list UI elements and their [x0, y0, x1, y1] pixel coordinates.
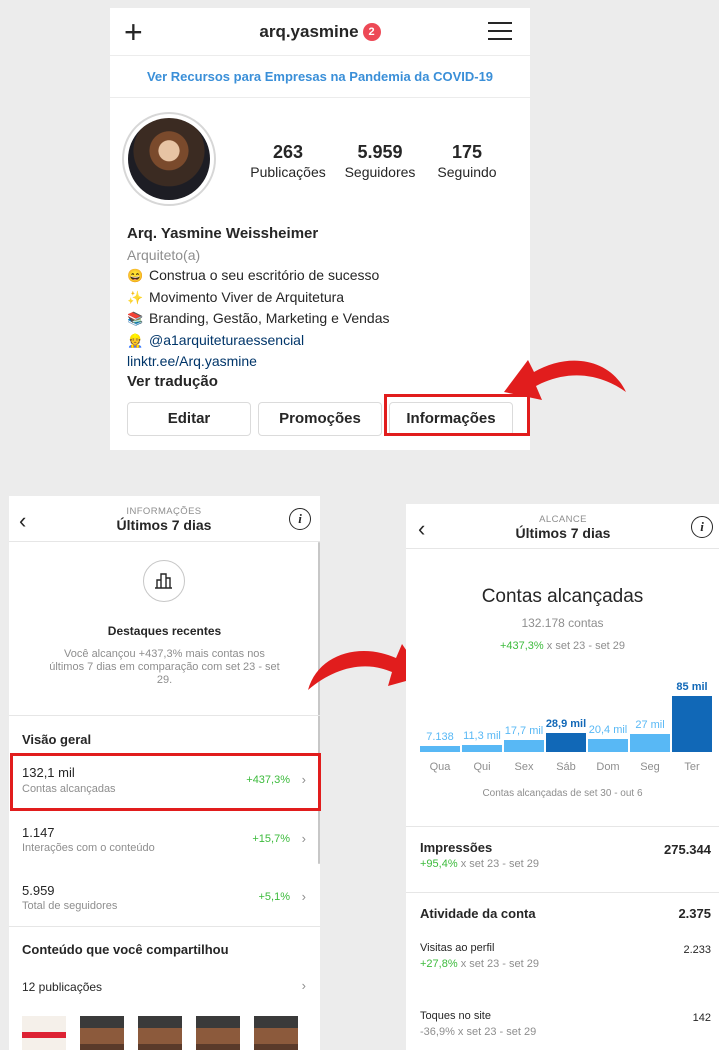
- bar-qua[interactable]: [420, 746, 460, 752]
- bio-line: 😄 Construa o seu escritório de sucesso: [127, 265, 527, 287]
- bio-line: ✨ Movimento Viver de Arquitetura: [127, 287, 527, 309]
- avatar[interactable]: [122, 112, 216, 206]
- bar-sex[interactable]: [504, 740, 544, 752]
- day-label: Seg: [640, 761, 660, 773]
- builder-icon: 👷: [127, 332, 144, 348]
- reach-bar-chart: 7.138 Qua 11,3 mil Qui 17,7 mil Sex 28,9 mil Sá…: [406, 504, 719, 804]
- bar-value-label: 85 mil: [676, 681, 708, 693]
- sparkles-icon: ✨: [127, 289, 144, 305]
- day-label: Qui: [473, 761, 491, 773]
- profile-link[interactable]: linktr.ee/Arq.yasmine: [127, 351, 527, 372]
- profile-header: + arq.yasmine 2: [110, 8, 530, 56]
- edit-button[interactable]: Editar: [127, 402, 251, 436]
- chart-icon: [143, 560, 185, 602]
- chevron-right-icon: ›: [301, 889, 306, 904]
- profile-panel: + arq.yasmine 2 Ver Recursos para Empresa…: [110, 8, 530, 450]
- post-thumbnail[interactable]: [80, 1016, 124, 1050]
- bar-dom[interactable]: [588, 739, 628, 752]
- insights-header: INFORMAÇÕES Últimos 7 dias: [116, 506, 212, 533]
- post-thumbnail[interactable]: [138, 1016, 182, 1050]
- overview-title: Visão geral: [22, 732, 92, 747]
- arrow-icon: [504, 360, 626, 400]
- covid-resources-link[interactable]: Ver Recursos para Empresas na Pandemia d…: [110, 56, 530, 98]
- menu-icon[interactable]: [488, 22, 512, 46]
- bar-value-label: 28,9 mil: [545, 718, 587, 730]
- bio-mention[interactable]: 👷 @a1arquiteturaessencial: [127, 330, 527, 352]
- post-thumbnail[interactable]: [254, 1016, 298, 1050]
- bar-seg[interactable]: [630, 734, 670, 752]
- stat-following[interactable]: 175 Seguindo: [422, 142, 512, 182]
- reach-panel: ‹ ALCANCE Últimos 7 dias i Contas alcanç…: [406, 504, 719, 1050]
- bar-value-label: 17,7 mil: [504, 725, 544, 737]
- day-label: Qua: [429, 761, 451, 773]
- profile-category: Arquiteto(a): [127, 246, 201, 263]
- info-icon[interactable]: i: [289, 508, 311, 530]
- username-title[interactable]: arq.yasmine 2: [110, 22, 530, 42]
- stat-posts[interactable]: 263 Publicações: [243, 142, 333, 182]
- bar-qui[interactable]: [462, 745, 502, 752]
- post-thumbnail[interactable]: [22, 1016, 66, 1050]
- bar-ter[interactable]: [672, 696, 712, 752]
- back-icon[interactable]: ‹: [19, 510, 26, 532]
- delta: +5,1%: [258, 891, 291, 903]
- profile-bio: Arq. Yasmine Weissheimer Arquiteto(a) 😄 C…: [127, 224, 527, 392]
- post-thumbnail[interactable]: [196, 1016, 240, 1050]
- chart-caption: Contas alcançadas de set 30 - out 6: [482, 788, 643, 799]
- impressions-row[interactable]: Impressões +95,4% x set 23 - set 29 275.…: [406, 826, 719, 892]
- chevron-right-icon: ›: [301, 831, 306, 846]
- day-label: Dom: [596, 761, 620, 773]
- stat-followers[interactable]: 5.959 Seguidores: [335, 142, 425, 182]
- highlights-title: Destaques recentes: [107, 624, 222, 638]
- day-label: Ter: [684, 761, 700, 773]
- books-icon: 📚: [127, 311, 144, 326]
- bio-line: 📚 Branding, Gestão, Marketing e Vendas: [127, 308, 527, 330]
- shared-content-title: Conteúdo que você compartilhou: [22, 942, 229, 957]
- website-taps-row[interactable]: Toques no site -36,9% x set 23 - set 29 …: [406, 1004, 719, 1050]
- translate-link[interactable]: Ver tradução: [127, 372, 527, 393]
- bar-value-label: 11,3 mil: [463, 730, 501, 742]
- posts-row[interactable]: 12 publicações ›: [9, 978, 320, 1000]
- smile-icon: 😄: [127, 268, 144, 283]
- overview-row-interactions[interactable]: 1.147 Interações com o conteúdo +15,7% ›: [9, 818, 320, 864]
- day-label: Sáb: [556, 761, 576, 773]
- overview-row-followers[interactable]: 5.959 Total de seguidores +5,1% ›: [9, 876, 320, 922]
- bar-sáb[interactable]: [546, 733, 586, 752]
- account-activity-row: Atividade da conta 2.375: [420, 906, 711, 921]
- delta: +15,7%: [252, 833, 290, 845]
- profile-name: Arq. Yasmine Weissheimer: [127, 225, 319, 242]
- post-thumbnails: [22, 1016, 312, 1050]
- bar-value-label: 20,4 mil: [588, 724, 628, 736]
- highlight-box: [10, 753, 321, 811]
- profile-visits-row[interactable]: Visitas ao perfil +27,8% x set 23 - set …: [406, 936, 719, 982]
- promotions-button[interactable]: Promoções: [258, 402, 382, 436]
- username: arq.yasmine: [259, 22, 359, 41]
- bar-value-label: 27 mil: [635, 719, 665, 731]
- day-label: Sex: [514, 761, 534, 773]
- scrollbar[interactable]: [318, 542, 320, 864]
- chevron-right-icon: ›: [301, 978, 306, 993]
- highlights-text: Você alcançou +437,3% mais contas nos úl…: [49, 648, 280, 686]
- bar-value-label: 7.138: [426, 731, 454, 743]
- notification-badge: 2: [362, 23, 381, 41]
